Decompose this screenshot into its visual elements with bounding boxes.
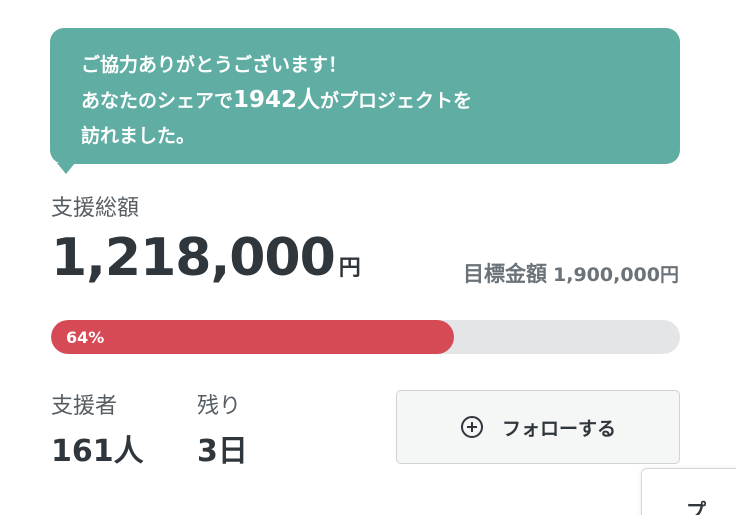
plus-circle-icon <box>460 415 484 439</box>
bubble-line-3: 訪れました。 <box>81 125 196 147</box>
total-support-amount: 1,218,000 円 <box>51 228 361 288</box>
goal-amount: 目標金額 1,900,000円 <box>463 258 679 288</box>
funding-progress-bar: 64% <box>51 320 680 354</box>
follow-button-label: フォローする <box>501 417 616 440</box>
bubble-line-2-post: がプロジェクトを <box>320 90 473 112</box>
bubble-line-2-pre: あなたのシェアで <box>81 90 234 112</box>
total-amount-value: 1,218,000 <box>51 228 336 288</box>
currency-unit: 円 <box>338 256 361 281</box>
bubble-line-2: あなたのシェアで1942人がプロジェクトを <box>81 83 652 119</box>
bubble-tail <box>57 163 75 174</box>
follow-button[interactable]: フォローする <box>396 390 680 464</box>
progress-percent: 64% <box>66 327 105 347</box>
total-support-label: 支援総額 <box>51 196 140 221</box>
goal-label: 目標金額 <box>463 262 548 286</box>
share-visitor-count: 1942人 <box>233 87 321 113</box>
funding-progress-fill: 64% <box>51 320 454 354</box>
partial-card-label: プ <box>686 499 706 515</box>
project-funding-panel: ご協力ありがとうございます！ あなたのシェアで1942人がプロジェクトを 訪れま… <box>0 0 736 515</box>
supporters-count: 161人 <box>51 434 144 469</box>
remaining-days: 3日 <box>197 434 248 469</box>
bubble-line-1: ご協力ありがとうございます！ <box>81 54 348 76</box>
partial-card-button[interactable]: プ <box>641 468 736 515</box>
share-thanks-bubble: ご協力ありがとうございます！ あなたのシェアで1942人がプロジェクトを 訪れま… <box>50 28 680 164</box>
supporters-label: 支援者 <box>51 394 118 419</box>
goal-value: 1,900,000円 <box>553 264 679 286</box>
remaining-label: 残り <box>197 394 242 419</box>
